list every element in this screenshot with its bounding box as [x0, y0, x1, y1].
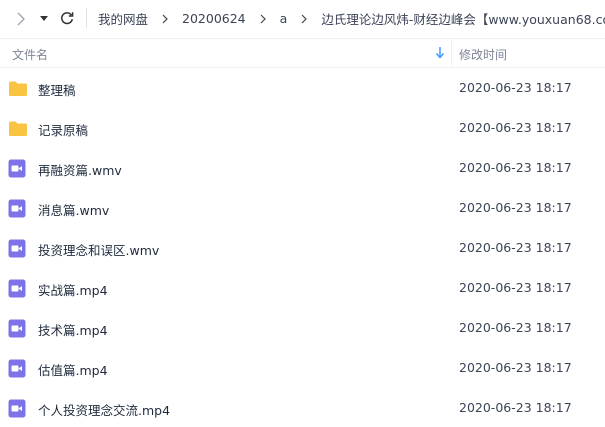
- file-name[interactable]: 实战篇.mp4: [38, 280, 108, 299]
- modified-time: 2020-06-23 18:17: [459, 200, 572, 215]
- modified-time: 2020-06-23 18:17: [459, 280, 572, 295]
- folder-icon: [8, 80, 28, 98]
- file-row[interactable]: 实战篇.mp4 2020-06-23 18:17: [0, 268, 605, 308]
- column-header-name[interactable]: 文件名: [12, 46, 48, 63]
- file-name[interactable]: 投资理念和误区.wmv: [38, 240, 159, 259]
- sort-down-arrow-icon[interactable]: [434, 46, 446, 60]
- video-file-icon: [8, 199, 28, 218]
- modified-time: 2020-06-23 18:17: [459, 80, 572, 95]
- breadcrumb-separator-icon: [260, 14, 266, 24]
- file-row[interactable]: 投资理念和误区.wmv 2020-06-23 18:17: [0, 228, 605, 268]
- toolbar: 我的网盘 20200624 a 边氏理论边风炜-财经边峰会【www.youxua…: [0, 0, 605, 37]
- video-file-icon: [8, 319, 28, 338]
- breadcrumb-item-a[interactable]: a: [280, 11, 288, 26]
- file-name[interactable]: 消息篇.wmv: [38, 200, 109, 219]
- column-header-modified-time[interactable]: 修改时间: [459, 46, 507, 63]
- folder-row[interactable]: 记录原稿 2020-06-23 18:17: [0, 108, 605, 148]
- column-divider[interactable]: [451, 39, 452, 68]
- file-row[interactable]: 技术篇.mp4 2020-06-23 18:17: [0, 308, 605, 348]
- file-list-header: 文件名 修改时间: [0, 38, 605, 68]
- file-name[interactable]: 个人投资理念交流.mp4: [38, 400, 170, 419]
- chevron-right-icon[interactable]: [14, 9, 28, 29]
- breadcrumb-item-current[interactable]: 边氏理论边风炜-财经边峰会【www.youxuan68.com】: [321, 9, 605, 28]
- refresh-icon[interactable]: [58, 8, 76, 28]
- modified-time: 2020-06-23 18:17: [459, 160, 572, 175]
- folder-row[interactable]: 整理稿 2020-06-23 18:17: [0, 68, 605, 108]
- breadcrumb-separator-icon: [301, 14, 308, 24]
- modified-time: 2020-06-23 18:17: [459, 120, 572, 135]
- video-file-icon: [8, 279, 28, 298]
- file-name[interactable]: 技术篇.mp4: [38, 320, 108, 339]
- file-row[interactable]: 个人投资理念交流.mp4 2020-06-23 18:17: [0, 388, 605, 427]
- modified-time: 2020-06-23 18:17: [459, 320, 572, 335]
- video-file-icon: [8, 359, 28, 378]
- breadcrumb: 我的网盘 20200624 a 边氏理论边风炜-财经边峰会【www.youxua…: [98, 0, 605, 37]
- breadcrumb-separator-icon: [162, 14, 168, 24]
- folder-icon: [8, 120, 28, 138]
- file-row[interactable]: 再融资篇.wmv 2020-06-23 18:17: [0, 148, 605, 188]
- file-name[interactable]: 记录原稿: [38, 120, 88, 139]
- modified-time: 2020-06-23 18:17: [459, 240, 572, 255]
- file-name[interactable]: 估值篇.mp4: [38, 360, 108, 379]
- file-name[interactable]: 再融资篇.wmv: [38, 160, 122, 179]
- file-row[interactable]: 估值篇.mp4 2020-06-23 18:17: [0, 348, 605, 388]
- file-row[interactable]: 消息篇.wmv 2020-06-23 18:17: [0, 188, 605, 228]
- breadcrumb-item-date-folder[interactable]: 20200624: [182, 11, 246, 26]
- modified-time: 2020-06-23 18:17: [459, 360, 572, 375]
- toolbar-divider: [86, 8, 87, 28]
- file-name[interactable]: 整理稿: [38, 80, 76, 99]
- modified-time: 2020-06-23 18:17: [459, 400, 572, 415]
- video-file-icon: [8, 239, 28, 258]
- caret-down-icon[interactable]: [38, 9, 50, 29]
- video-file-icon: [8, 399, 28, 418]
- breadcrumb-item-root[interactable]: 我的网盘: [98, 9, 148, 28]
- video-file-icon: [8, 159, 28, 178]
